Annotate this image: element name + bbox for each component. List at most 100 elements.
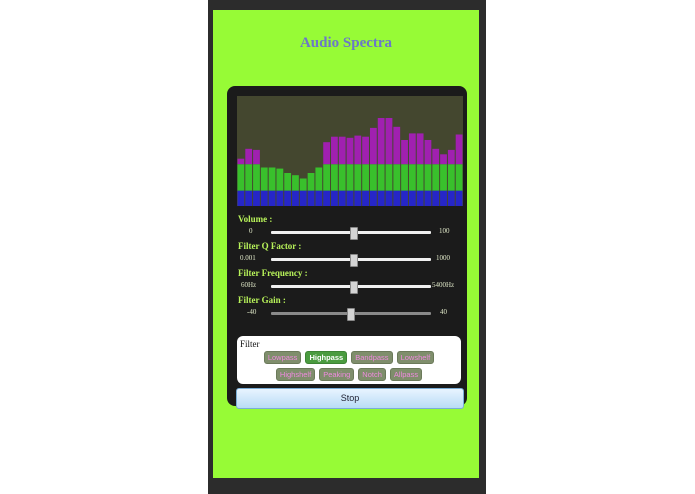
spectrum-bar-4-blue xyxy=(268,190,276,206)
q-factor-slider-thumb[interactable] xyxy=(350,254,359,267)
filter-group: Filter Lowpass Highpass Bandpass Lowshel… xyxy=(237,336,461,384)
filter-bandpass-button[interactable]: Bandpass xyxy=(351,351,393,364)
spectrum-bar-28-purple xyxy=(455,134,463,165)
filter-row-1: Lowpass Highpass Bandpass Lowshelf xyxy=(237,351,461,364)
control-panel: Volume : 0 100 Filter Q Factor : 0.001 1… xyxy=(227,86,467,409)
filter-notch-button[interactable]: Notch xyxy=(358,368,386,381)
spectrum-bar-8-green xyxy=(299,178,307,191)
spectrum-bar-15-green xyxy=(354,164,362,191)
spectrum-bar-23-purple xyxy=(416,133,424,165)
gain-label: Filter Gain : xyxy=(238,295,286,305)
filter-allpass-button[interactable]: Allpass xyxy=(389,368,423,381)
volume-label: Volume : xyxy=(238,214,273,224)
spectrum-bar-25-blue xyxy=(432,190,440,206)
spectrum-bar-14-purple xyxy=(346,137,354,165)
spectrum-bar-9-green xyxy=(307,173,315,191)
spectrum-bar-10-green xyxy=(315,167,323,191)
volume-max: 100 xyxy=(439,227,450,235)
spectrum-bar-3-green xyxy=(260,167,268,191)
spectrum-bar-1-purple xyxy=(245,148,253,165)
spectrum-bar-0-blue xyxy=(237,190,245,206)
spectrum-bar-17-green xyxy=(369,164,377,191)
volume-slider-thumb[interactable] xyxy=(350,227,359,240)
spectrum-bar-25-purple xyxy=(432,148,440,165)
gain-min: -40 xyxy=(247,308,257,316)
frequency-min: 60Hz xyxy=(241,281,257,289)
spectrum-bar-10-blue xyxy=(315,190,323,206)
spectrum-bar-23-blue xyxy=(416,190,424,206)
spectrum-bar-12-blue xyxy=(331,190,338,206)
filter-peaking-button[interactable]: Peaking xyxy=(319,368,355,381)
spectrum-bar-21-blue xyxy=(401,190,408,206)
gain-max: 40 xyxy=(440,308,447,316)
spectrum-bar-14-green xyxy=(346,164,354,191)
spectrum-bar-7-green xyxy=(292,175,299,191)
spectrum-bar-2-purple xyxy=(253,149,260,165)
spectrum-bar-23-green xyxy=(416,164,424,191)
spectrum-bar-22-purple xyxy=(408,133,416,165)
spectrum-bar-5-green xyxy=(276,168,284,191)
spectrum-bar-5-blue xyxy=(276,190,284,206)
spectrum-bar-17-purple xyxy=(369,127,377,165)
filter-lowpass-button[interactable]: Lowpass xyxy=(263,351,302,364)
spectrum-canvas xyxy=(237,118,463,206)
spectrum-bar-9-blue xyxy=(307,190,315,206)
spectrum-bar-14-blue xyxy=(346,190,354,206)
spectrum-visualizer xyxy=(237,96,463,206)
stop-button[interactable]: Stop xyxy=(236,388,464,409)
spectrum-bar-11-purple xyxy=(323,142,331,165)
spectrum-bar-13-blue xyxy=(338,190,346,206)
spectrum-bar-27-blue xyxy=(447,190,455,206)
spectrum-bar-8-blue xyxy=(299,190,307,206)
spectrum-bar-25-green xyxy=(432,164,440,191)
spectrum-bar-19-green xyxy=(385,164,393,191)
spectrum-bar-11-blue xyxy=(323,190,331,206)
frequency-max: 5400Hz xyxy=(432,281,455,289)
spectrum-bar-24-blue xyxy=(424,190,432,206)
spectrum-bar-26-green xyxy=(440,164,447,191)
spectrum-bar-1-blue xyxy=(245,190,253,206)
spectrum-bar-22-green xyxy=(408,164,416,191)
spectrum-bar-0-purple xyxy=(237,158,245,165)
spectrum-bar-3-blue xyxy=(260,190,268,206)
spectrum-bar-20-blue xyxy=(393,190,401,206)
spectrum-bar-19-purple xyxy=(385,118,393,165)
spectrum-bar-27-purple xyxy=(447,149,455,165)
q-factor-slider[interactable] xyxy=(271,254,431,267)
spectrum-bar-13-green xyxy=(338,164,346,191)
spectrum-bar-0-green xyxy=(237,164,245,191)
q-factor-max: 1000 xyxy=(436,254,450,262)
spectrum-bar-19-blue xyxy=(385,190,393,206)
spectrum-bar-18-blue xyxy=(377,190,385,206)
spectrum-bar-1-green xyxy=(245,164,253,191)
frequency-slider-thumb[interactable] xyxy=(350,281,359,294)
spectrum-bar-2-blue xyxy=(253,190,260,206)
spectrum-bar-20-green xyxy=(393,164,401,191)
page-title: Audio Spectra xyxy=(299,35,393,51)
spectrum-bar-17-blue xyxy=(369,190,377,206)
spectrum-bar-21-purple xyxy=(401,140,408,165)
spectrum-bar-18-green xyxy=(377,164,385,191)
spectrum-bar-4-green xyxy=(268,167,276,191)
gain-slider-thumb[interactable] xyxy=(347,308,355,321)
spectrum-bar-12-purple xyxy=(331,136,338,165)
spectrum-bar-20-purple xyxy=(393,126,401,165)
volume-min: 0 xyxy=(249,227,253,235)
spectrum-bar-26-blue xyxy=(440,190,447,206)
spectrum-bar-18-purple xyxy=(377,118,385,165)
frequency-slider[interactable] xyxy=(271,281,431,294)
filter-highshelf-button[interactable]: Highshelf xyxy=(275,368,316,381)
spectrum-bar-2-green xyxy=(253,164,260,191)
volume-slider[interactable] xyxy=(271,227,431,240)
spectrum-bar-16-green xyxy=(362,164,369,191)
spectrum-bar-28-blue xyxy=(455,190,463,206)
spectrum-bar-22-blue xyxy=(408,190,416,206)
frequency-label: Filter Frequency : xyxy=(238,268,308,278)
filter-highpass-button[interactable]: Highpass xyxy=(305,351,348,364)
spectrum-bar-12-green xyxy=(331,164,338,191)
gain-slider[interactable] xyxy=(271,308,431,321)
spectrum-bar-6-green xyxy=(284,173,292,191)
spectrum-bar-6-blue xyxy=(284,190,292,206)
filter-lowshelf-button[interactable]: Lowshelf xyxy=(396,351,435,364)
spectrum-bar-11-green xyxy=(323,164,331,191)
